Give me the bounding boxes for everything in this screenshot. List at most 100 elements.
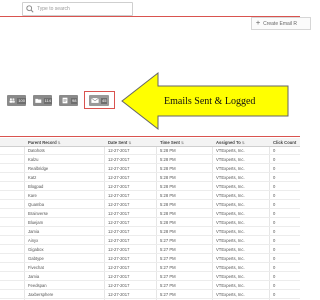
cell-date-sent: 12-27-2017 — [108, 184, 130, 189]
widget-users-count: 100 — [17, 97, 26, 104]
cell-date-sent: 12-27-2017 — [108, 175, 130, 180]
cell-parent-record[interactable]: Bluejam — [28, 219, 43, 227]
widget-folder[interactable]: 114 — [33, 95, 52, 106]
cell-assigned-to: VTExperts, Inc. — [216, 193, 245, 198]
table-row[interactable]: Feedspan 12-27-2017 5:27 PM VTExperts, Inc.… — [0, 282, 300, 290]
cell-assigned-to: VTExperts, Inc. — [216, 247, 245, 252]
table-row[interactable]: Gabtype 12-27-2017 5:27 PM VTExperts, Inc. 0 — [0, 255, 300, 263]
cell-click-count: 0 — [273, 157, 276, 162]
cell-parent-record[interactable]: Gigabox — [28, 246, 44, 254]
widget-folder-count: 114 — [43, 97, 52, 104]
cell-date-sent: 12-27-2017 — [108, 157, 130, 162]
cell-date-sent: 12-27-2017 — [108, 211, 130, 216]
cell-time-sent: 5:27 PM — [160, 256, 176, 261]
widget-document[interactable]: 98 — [59, 95, 78, 106]
table-row[interactable]: Bluejam 12-27-2017 5:28 PM VTExperts, Inc. 0 — [0, 219, 300, 227]
cell-assigned-to: VTExperts, Inc. — [216, 265, 245, 270]
cell-assigned-to: VTExperts, Inc. — [216, 283, 245, 288]
cell-click-count: 0 — [273, 220, 276, 225]
users-icon — [9, 98, 15, 103]
table-row[interactable]: Ainyx 12-27-2017 5:27 PM VTExperts, Inc. 0 — [0, 237, 300, 245]
table-header-row: Parent Record⇅ Date Sent⇅ Time Sent⇅ Ass… — [0, 138, 300, 147]
table-top-divider — [0, 136, 300, 137]
cell-time-sent: 5:27 PM — [160, 283, 176, 288]
table-row[interactable]: Fivechat 12-27-2017 5:27 PM VTExperts, Inc.… — [0, 264, 300, 272]
cell-click-count: 0 — [273, 184, 276, 189]
cell-parent-record[interactable]: Katz — [28, 174, 36, 182]
cell-time-sent: 5:27 PM — [160, 274, 176, 279]
table-row[interactable]: Jaxbersphere 12-27-2017 5:27 PM VTExperts, … — [0, 291, 300, 299]
cell-assigned-to: VTExperts, Inc. — [216, 166, 245, 171]
cell-time-sent: 5:28 PM — [160, 220, 176, 225]
cell-time-sent: 5:28 PM — [160, 229, 176, 234]
emails-widget-highlight — [84, 91, 115, 109]
cell-parent-record[interactable]: Kare — [28, 192, 37, 200]
cell-assigned-to: VTExperts, Inc. — [216, 274, 245, 279]
plus-icon: + — [256, 20, 261, 27]
cell-click-count: 0 — [273, 175, 276, 180]
cell-click-count: 0 — [273, 166, 276, 171]
sort-icon: ⇅ — [241, 141, 245, 145]
table-row[interactable]: Realbridge 12-27-2017 5:28 PM VTExperts, In… — [0, 165, 300, 173]
table-row[interactable]: Kare 12-27-2017 5:28 PM VTExperts, Inc. 0 — [0, 192, 300, 200]
cell-time-sent: 5:28 PM — [160, 148, 176, 153]
cell-parent-record[interactable]: Brainverse — [28, 210, 48, 218]
cell-click-count: 0 — [273, 211, 276, 216]
cell-click-count: 0 — [273, 274, 276, 279]
cell-time-sent: 5:28 PM — [160, 157, 176, 162]
cell-parent-record[interactable]: Jamia — [28, 228, 39, 236]
cell-assigned-to: VTExperts, Inc. — [216, 211, 245, 216]
table-row[interactable]: Datohots 12-27-2017 5:28 PM VTExperts, Inc.… — [0, 147, 300, 155]
cell-date-sent: 12-27-2017 — [108, 238, 130, 243]
cell-date-sent: 12-27-2017 — [108, 229, 130, 234]
annotation-label: Emails Sent & Logged — [164, 96, 256, 107]
cell-time-sent: 5:27 PM — [160, 265, 176, 270]
search-input[interactable] — [37, 6, 132, 12]
table-row[interactable]: Quamba 12-27-2017 5:28 PM VTExperts, Inc. 0 — [0, 201, 300, 209]
create-email-label: Create Email R — [263, 20, 297, 27]
cell-parent-record[interactable]: Fivechat — [28, 264, 44, 272]
cell-date-sent: 12-27-2017 — [108, 256, 130, 261]
search-box[interactable] — [22, 2, 133, 16]
cell-click-count: 0 — [273, 148, 276, 153]
table-row[interactable]: Katz 12-27-2017 5:28 PM VTExperts, Inc. 0 — [0, 174, 300, 182]
cell-parent-record[interactable]: Realbridge — [28, 165, 48, 173]
cell-date-sent: 12-27-2017 — [108, 193, 130, 198]
cell-assigned-to: VTExperts, Inc. — [216, 220, 245, 225]
cell-click-count: 0 — [273, 247, 276, 252]
sort-icon: ⇅ — [180, 141, 184, 145]
table-row[interactable]: Jamia 12-27-2017 5:28 PM VTExperts, Inc. 0 — [0, 228, 300, 236]
column-header-click-count[interactable]: Click Count — [273, 138, 296, 147]
cell-time-sent: 5:28 PM — [160, 202, 176, 207]
cell-click-count: 0 — [273, 193, 276, 198]
cell-parent-record[interactable]: Gabtype — [28, 255, 44, 263]
cell-parent-record[interactable]: Feedspan — [28, 282, 47, 290]
cell-parent-record[interactable]: Quamba — [28, 201, 44, 209]
cell-assigned-to: VTExperts, Inc. — [216, 184, 245, 189]
table-row[interactable]: Brainverse 12-27-2017 5:28 PM VTExperts, In… — [0, 210, 300, 218]
cell-time-sent: 5:27 PM — [160, 247, 176, 252]
cell-parent-record[interactable]: Blogpad — [28, 183, 43, 191]
table-row[interactable]: Gigabox 12-27-2017 5:27 PM VTExperts, Inc. 0 — [0, 246, 300, 254]
widget-users[interactable]: 100 — [7, 95, 26, 106]
cell-click-count: 0 — [273, 202, 276, 207]
cell-time-sent: 5:28 PM — [160, 166, 176, 171]
cell-parent-record[interactable]: Kalzu — [28, 156, 38, 164]
cell-parent-record[interactable]: Jamia — [28, 273, 39, 281]
cell-parent-record[interactable]: Datohots — [28, 147, 45, 155]
cell-date-sent: 12-27-2017 — [108, 148, 130, 153]
document-icon — [62, 97, 68, 104]
cell-click-count: 0 — [273, 229, 276, 234]
cell-click-count: 0 — [273, 238, 276, 243]
table-row[interactable]: Jamia 12-27-2017 5:27 PM VTExperts, Inc. 0 — [0, 273, 300, 281]
cell-parent-record[interactable]: Jaxbersphere — [28, 291, 53, 299]
search-icon — [26, 5, 34, 13]
cell-date-sent: 12-27-2017 — [108, 247, 130, 252]
widget-document-count: 98 — [71, 97, 78, 104]
create-email-button[interactable]: + Create Email R — [251, 17, 311, 30]
cell-time-sent: 5:27 PM — [160, 238, 176, 243]
cell-parent-record[interactable]: Ainyx — [28, 237, 38, 245]
table-row[interactable]: Kalzu 12-27-2017 5:28 PM VTExperts, Inc. 0 — [0, 156, 300, 164]
table-row[interactable]: Blogpad 12-27-2017 5:28 PM VTExperts, Inc. 0 — [0, 183, 300, 191]
cell-date-sent: 12-27-2017 — [108, 220, 130, 225]
